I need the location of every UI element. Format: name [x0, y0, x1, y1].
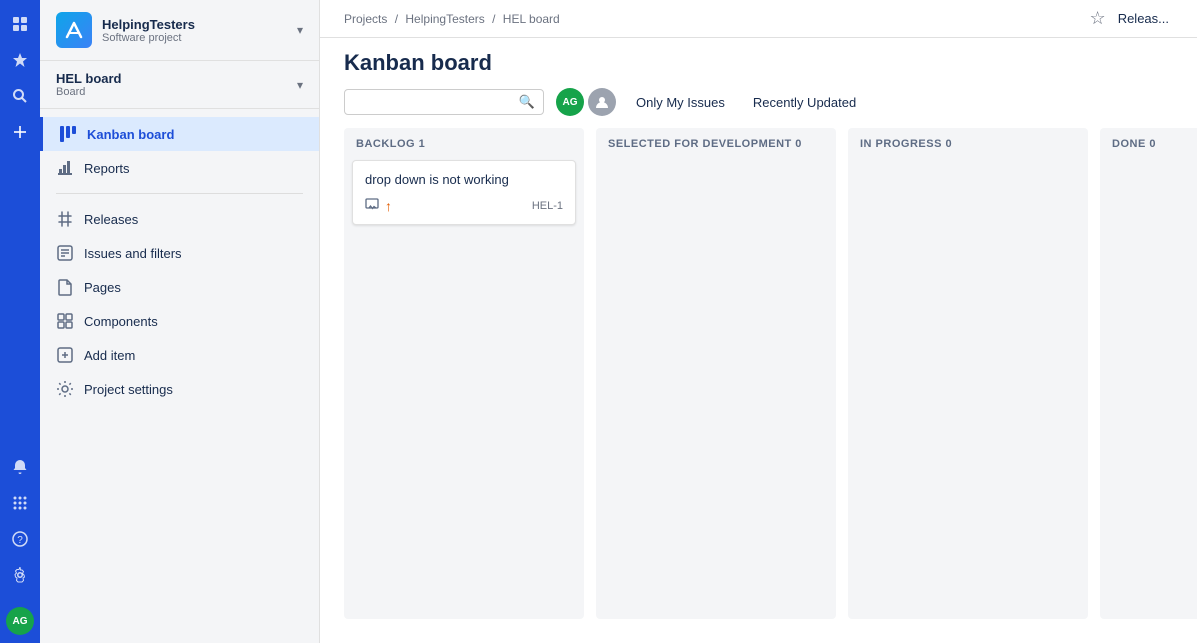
sidebar-item-reports-label: Reports: [84, 161, 130, 176]
releases-icon: [56, 210, 74, 228]
column-done: DONE 0: [1100, 128, 1197, 619]
sidebar-item-additem-label: Add item: [84, 348, 135, 363]
column-in-progress-header: IN PROGRESS 0: [848, 128, 1088, 160]
column-backlog: BACKLOG 1 drop down is not working ↑ HEL…: [344, 128, 584, 619]
components-icon: [56, 312, 74, 330]
star-nav-icon[interactable]: [4, 44, 36, 76]
sidebar-item-issues-label: Issues and filters: [84, 246, 182, 261]
sidebar-divider: [56, 193, 303, 194]
bell-nav-icon[interactable]: [4, 451, 36, 483]
screenshot-icon: [365, 197, 379, 214]
search-input[interactable]: [353, 95, 519, 110]
sidebar-item-components[interactable]: Components: [40, 304, 319, 338]
kanban-board: BACKLOG 1 drop down is not working ↑ HEL…: [320, 128, 1197, 643]
breadcrumb-project[interactable]: HelpingTesters: [405, 12, 484, 26]
sidebar-item-settings[interactable]: Project settings: [40, 372, 319, 406]
settings-nav-icon[interactable]: [4, 559, 36, 591]
card-hel-1-footer: ↑ HEL-1: [365, 197, 563, 214]
top-bar: Projects / HelpingTesters / HEL board ☆ …: [320, 0, 1197, 38]
main-content: Projects / HelpingTesters / HEL board ☆ …: [320, 0, 1197, 643]
projectsettings-icon: [56, 380, 74, 398]
project-chevron-icon[interactable]: ▾: [297, 23, 303, 37]
column-backlog-header: BACKLOG 1: [344, 128, 584, 160]
recently-updated-button[interactable]: Recently Updated: [745, 91, 864, 114]
sidebar-item-reports[interactable]: Reports: [40, 151, 319, 185]
breadcrumb-board[interactable]: HEL board: [503, 12, 560, 26]
column-done-header: DONE 0: [1100, 128, 1197, 160]
board-header-info: HEL board Board: [56, 71, 122, 98]
svg-text:?: ?: [17, 535, 23, 546]
board-name: HEL board: [56, 71, 122, 86]
project-header[interactable]: HelpingTesters Software project ▾: [40, 0, 319, 61]
help-nav-icon[interactable]: ?: [4, 523, 36, 555]
breadcrumb-projects[interactable]: Projects: [344, 12, 387, 26]
page-title: Kanban board: [344, 50, 492, 76]
sidebar-item-releases-label: Releases: [84, 212, 138, 227]
card-hel-1-title: drop down is not working: [365, 171, 563, 189]
search-box[interactable]: 🔍: [344, 89, 544, 115]
sidebar-item-pages[interactable]: Pages: [40, 270, 319, 304]
project-logo: [56, 12, 92, 48]
card-hel-1[interactable]: drop down is not working ↑ HEL-1: [352, 160, 576, 225]
home-icon[interactable]: [4, 8, 36, 40]
search-icon: 🔍: [519, 94, 535, 110]
project-type: Software project: [102, 32, 287, 44]
star-button[interactable]: ☆: [1090, 8, 1106, 29]
card-hel-1-icons: ↑: [365, 197, 392, 214]
sidebar-item-releases[interactable]: Releases: [40, 202, 319, 236]
releases-button[interactable]: Releas...: [1118, 11, 1169, 26]
only-my-issues-button[interactable]: Only My Issues: [628, 91, 733, 114]
plus-nav-icon[interactable]: [4, 116, 36, 148]
reports-icon: [56, 159, 74, 177]
search-nav-icon[interactable]: [4, 80, 36, 112]
column-backlog-body: drop down is not working ↑ HEL-1: [344, 160, 584, 619]
grid-nav-icon[interactable]: [4, 487, 36, 519]
sidebar-item-settings-label: Project settings: [84, 382, 173, 397]
page-header: Kanban board: [320, 38, 1197, 76]
sidebar-item-kanban-label: Kanban board: [87, 127, 174, 142]
sidebar-item-pages-label: Pages: [84, 280, 121, 295]
sidebar-item-issues[interactable]: Issues and filters: [40, 236, 319, 270]
sidebar-item-additem[interactable]: Add item: [40, 338, 319, 372]
column-in-progress-body: [848, 160, 1088, 619]
kanban-icon: [59, 125, 77, 143]
board-header[interactable]: HEL board Board ▾: [40, 61, 319, 109]
column-selected-dev-body: [596, 160, 836, 619]
board-subtitle: Board: [56, 86, 122, 98]
icon-rail: ? AG: [0, 0, 40, 643]
user-avatar-rail[interactable]: AG: [6, 607, 34, 635]
filter-bar: 🔍 AG Only My Issues Recently Updated: [320, 76, 1197, 128]
column-done-body: [1100, 160, 1197, 619]
priority-high-icon: ↑: [385, 198, 392, 214]
column-in-progress: IN PROGRESS 0: [848, 128, 1088, 619]
top-right-actions: ☆ Releas...: [1090, 8, 1173, 29]
pages-icon: [56, 278, 74, 296]
avatar-ag[interactable]: AG: [556, 88, 584, 116]
sidebar: HelpingTesters Software project ▾ HEL bo…: [40, 0, 320, 643]
column-selected-dev-header: SELECTED FOR DEVELOPMENT 0: [596, 128, 836, 160]
additem-icon: [56, 346, 74, 364]
board-chevron-icon[interactable]: ▾: [297, 78, 303, 92]
avatar-group: AG: [556, 88, 616, 116]
project-info: HelpingTesters Software project: [102, 17, 287, 44]
issues-icon: [56, 244, 74, 262]
breadcrumb: Projects / HelpingTesters / HEL board: [344, 12, 560, 26]
sidebar-item-kanban[interactable]: Kanban board: [40, 117, 319, 151]
breadcrumb-sep1: /: [395, 12, 398, 26]
project-name: HelpingTesters: [102, 17, 287, 32]
sidebar-nav: Kanban board Reports Releases Issues and…: [40, 109, 319, 414]
sidebar-item-components-label: Components: [84, 314, 158, 329]
avatar-user2[interactable]: [588, 88, 616, 116]
card-hel-1-id: HEL-1: [532, 200, 563, 212]
breadcrumb-sep2: /: [492, 12, 495, 26]
column-selected-dev: SELECTED FOR DEVELOPMENT 0: [596, 128, 836, 619]
